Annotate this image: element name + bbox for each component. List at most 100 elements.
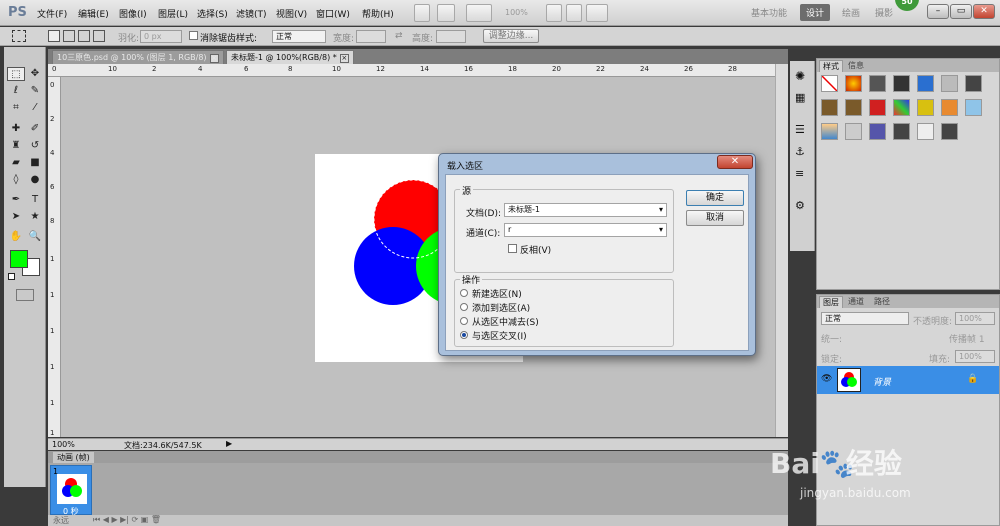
style-swatch[interactable] — [893, 123, 910, 140]
style-swatch[interactable] — [893, 75, 910, 92]
channel-select[interactable]: r ▾ — [504, 223, 667, 237]
style-swatch[interactable] — [869, 99, 886, 116]
foreground-color-swatch[interactable] — [10, 250, 28, 268]
hand-tool-icon[interactable]: ✋ — [7, 230, 25, 244]
marquee-preset-icon[interactable] — [12, 30, 26, 42]
clone-stamp-tool-icon[interactable]: ♜ — [7, 139, 25, 153]
propagate-frame-label[interactable]: 传播帧 1 — [949, 332, 985, 345]
path-select-tool-icon[interactable]: ➤ — [7, 210, 25, 224]
subtract-selection-icon[interactable] — [78, 30, 90, 42]
minibridge-button[interactable] — [437, 4, 455, 22]
close-tab-icon[interactable]: × — [209, 54, 219, 63]
move-tool-icon[interactable]: ✥ — [26, 67, 44, 81]
menu-edit[interactable]: 编辑(E) — [78, 7, 109, 20]
menu-file[interactable]: 文件(F) — [37, 7, 67, 20]
marquee-tool-icon[interactable]: ⬚ — [7, 67, 25, 81]
radio-new-selection[interactable] — [460, 289, 468, 297]
style-swatch[interactable] — [845, 75, 862, 92]
menu-filter[interactable]: 滤镜(T) — [236, 7, 267, 20]
width-input[interactable] — [356, 30, 386, 43]
tab-doc-2[interactable]: 未标题-1 @ 100%(RGB/8) * × — [226, 50, 354, 64]
style-swatch-none[interactable] — [821, 75, 838, 92]
dialog-close-button[interactable]: ✕ — [717, 155, 753, 169]
blur-tool-icon[interactable]: ◊ — [7, 173, 25, 187]
style-select[interactable]: 正常 — [272, 30, 326, 43]
feather-input[interactable]: 0 px — [140, 30, 182, 43]
cancel-button[interactable]: 取消 — [686, 210, 744, 226]
radio-add-selection[interactable] — [460, 303, 468, 311]
adjustments-panel-icon[interactable]: ☰ — [795, 123, 805, 136]
style-swatch[interactable] — [965, 75, 982, 92]
close-icon[interactable]: ✕ — [973, 4, 995, 19]
tab-info[interactable]: 信息 — [845, 60, 867, 72]
playback-icons[interactable]: ⏮ ◀ ▶ ▶| ⟳ ▣ 🗑 — [93, 515, 161, 525]
layer-row-background[interactable]: 👁 背景 🔒 — [817, 366, 999, 394]
add-selection-icon[interactable] — [63, 30, 75, 42]
style-swatch[interactable] — [821, 99, 838, 116]
bridge-button[interactable] — [414, 4, 430, 22]
style-swatch[interactable] — [917, 75, 934, 92]
3d-panel-icon[interactable]: ⚙ — [795, 199, 805, 212]
workspace-design[interactable]: 设计 — [800, 4, 831, 21]
style-swatch[interactable] — [869, 123, 886, 140]
eyedropper-tool-icon[interactable]: ⁄ — [26, 101, 44, 115]
antialias-checkbox[interactable] — [189, 31, 198, 40]
style-swatch[interactable] — [893, 99, 910, 116]
menu-image[interactable]: 图像(I) — [119, 7, 147, 20]
masks-panel-icon[interactable]: ⚓ — [795, 145, 805, 158]
workspace-paint[interactable]: 绘画 — [842, 6, 860, 19]
style-swatch[interactable] — [941, 99, 958, 116]
restore-icon[interactable]: ▭ — [950, 4, 972, 19]
swatches-panel-icon[interactable]: ▦ — [795, 91, 805, 104]
pen-tool-icon[interactable]: ✒ — [7, 193, 25, 207]
gradient-tool-icon[interactable]: ■ — [26, 156, 44, 170]
blend-mode-select[interactable]: 正常 — [821, 312, 909, 325]
color-panel-icon[interactable]: ✺ — [795, 69, 805, 83]
menu-window[interactable]: 窗口(W) — [316, 7, 350, 20]
ok-button[interactable]: 确定 — [686, 190, 744, 206]
intersect-selection-icon[interactable] — [93, 30, 105, 42]
zoom-tool-icon[interactable]: 🔍 — [26, 230, 44, 244]
style-swatch[interactable] — [845, 123, 862, 140]
screen-mode-button[interactable] — [566, 4, 582, 22]
status-menu-arrow-icon[interactable]: ▶ — [226, 439, 232, 448]
layer-name[interactable]: 背景 — [873, 375, 891, 388]
history-brush-tool-icon[interactable]: ↺ — [26, 139, 44, 153]
view-extras-button[interactable] — [466, 4, 492, 22]
style-swatch[interactable] — [941, 123, 958, 140]
document-select[interactable]: 未标题-1 ▾ — [504, 203, 667, 217]
vertical-scrollbar[interactable] — [775, 64, 788, 437]
lasso-tool-icon[interactable]: ℓ — [7, 84, 25, 98]
brush-tool-icon[interactable]: ✐ — [26, 122, 44, 136]
refine-edge-button[interactable]: 调整边缘... — [483, 29, 539, 43]
animation-tab[interactable]: 动画 (帧) — [53, 452, 94, 463]
style-swatch[interactable] — [845, 99, 862, 116]
menu-help[interactable]: 帮助(H) — [362, 7, 394, 20]
zoom-level[interactable]: 100% — [505, 8, 528, 17]
opacity-input[interactable]: 100% — [955, 312, 995, 325]
arrange-menu-button[interactable] — [586, 4, 608, 22]
crop-tool-icon[interactable]: ⌗ — [7, 101, 25, 115]
workspace-photo[interactable]: 摄影 — [875, 6, 893, 19]
style-swatch[interactable] — [941, 75, 958, 92]
close-tab-icon[interactable]: × — [339, 54, 349, 63]
menu-select[interactable]: 选择(S) — [197, 7, 228, 20]
style-swatch[interactable] — [965, 99, 982, 116]
default-colors-icon[interactable] — [8, 273, 15, 280]
status-zoom[interactable]: 100% — [52, 440, 75, 449]
menu-view[interactable]: 视图(V) — [276, 7, 307, 20]
invert-checkbox[interactable] — [508, 244, 517, 253]
radio-intersect-selection[interactable] — [460, 331, 468, 339]
workspace-essentials[interactable]: 基本功能 — [751, 6, 787, 19]
frame-1[interactable]: 1 0 秒 — [50, 465, 92, 516]
new-selection-icon[interactable] — [48, 30, 60, 42]
shape-tool-icon[interactable]: ★ — [26, 210, 44, 224]
height-input[interactable] — [436, 30, 466, 43]
swap-icon[interactable]: ⇄ — [395, 31, 403, 41]
loop-select[interactable]: 永远 — [53, 515, 69, 526]
style-swatch[interactable] — [869, 75, 886, 92]
tab-layers[interactable]: 图层 — [819, 296, 843, 308]
tab-paths[interactable]: 路径 — [871, 296, 893, 308]
visibility-eye-icon[interactable]: 👁 — [821, 374, 832, 384]
style-swatch[interactable] — [917, 99, 934, 116]
